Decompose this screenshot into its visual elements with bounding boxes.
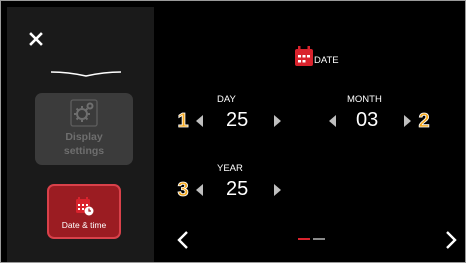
swipe-down-indicator[interactable] <box>50 68 122 78</box>
display-settings-label: Display settings <box>63 131 105 157</box>
svg-text:1: 1 <box>177 110 188 130</box>
close-icon[interactable] <box>26 29 46 49</box>
chevron-right-icon[interactable] <box>445 230 457 250</box>
gear-icon <box>70 99 98 127</box>
display-settings-tile[interactable]: Display settings <box>35 93 133 165</box>
calendar-icon <box>295 46 313 66</box>
day-value[interactable]: 25 <box>226 109 248 132</box>
year-decrement-icon[interactable] <box>196 184 204 196</box>
year-label: YEAR <box>217 163 243 174</box>
svg-text:3: 3 <box>177 179 188 199</box>
year-number-badge: 3 <box>177 179 189 199</box>
page-indicator <box>298 238 325 240</box>
day-number-badge: 1 <box>177 110 189 130</box>
page-dot <box>313 238 325 240</box>
day-decrement-icon[interactable] <box>196 115 204 127</box>
chevron-left-icon[interactable] <box>177 230 189 250</box>
month-increment-icon[interactable] <box>403 115 411 127</box>
year-value[interactable]: 25 <box>226 178 248 201</box>
month-value[interactable]: 03 <box>356 109 378 132</box>
page-dot-active <box>298 238 310 240</box>
day-label: DAY <box>217 94 236 105</box>
svg-text:2: 2 <box>418 110 429 130</box>
calendar-clock-icon <box>76 197 94 216</box>
month-decrement-icon[interactable] <box>329 115 337 127</box>
date-header: DATE <box>295 46 339 66</box>
month-label: MONTH <box>347 94 382 105</box>
date-title: DATE <box>314 55 339 66</box>
month-number-badge: 2 <box>418 110 430 130</box>
screen-frame: Display settings Date & time DATE 1 DAY … <box>0 0 466 263</box>
date-time-tile[interactable]: Date & time <box>47 184 121 239</box>
day-increment-icon[interactable] <box>273 115 281 127</box>
date-time-label: Date & time <box>61 220 107 230</box>
year-increment-icon[interactable] <box>273 184 281 196</box>
